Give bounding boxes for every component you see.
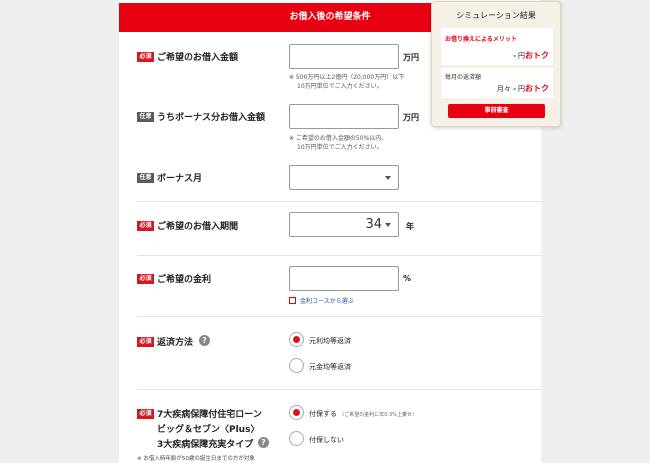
repayment-option-equal-principal[interactable] <box>289 358 304 373</box>
bonus-amount-note-line1: ※ ご希望のお借入金額の50%以内、 <box>289 135 388 142</box>
bonus-amount-label: うちボーナス分お借入金額 <box>157 113 266 123</box>
loan-amount-label: ご希望のお借入金額 <box>157 53 239 63</box>
insurance-option-yes-text: 付保する <box>309 410 337 418</box>
optional-badge: 任意 <box>137 112 154 122</box>
required-badge: 必須 <box>137 52 154 62</box>
required-badge: 必須 <box>137 337 154 347</box>
loan-term-select[interactable]: 34 <box>289 212 399 237</box>
help-icon[interactable]: ? <box>258 437 269 448</box>
optional-badge: 任意 <box>137 173 154 183</box>
chevron-down-icon <box>385 176 391 180</box>
interest-rate-label: ご希望の金利 <box>157 275 212 285</box>
insurance-option-yes[interactable] <box>289 405 304 420</box>
bonus-amount-note-line2: 10万円単位でご入力ください。 <box>297 144 383 151</box>
merit-value: - 円おトク <box>513 50 549 61</box>
monthly-prefix: 月々 <box>496 85 511 93</box>
monthly-payment-box: 毎月の返済額 月々 - 円おトク <box>441 68 553 98</box>
interest-rate-unit: % <box>403 274 412 283</box>
repayment-method-label: 返済方法 <box>157 338 194 348</box>
bonus-amount-note: ※ ご希望のお借入金額の50%以内、 10万円単位でご入力ください。 <box>289 134 387 152</box>
insurance-option-yes-label: 付保する （ご希望の金利に年0.3%上乗せ） <box>309 409 417 419</box>
bonus-month-label: ボーナス月 <box>157 174 203 184</box>
insurance-option-no-label: 付保しない <box>309 436 344 444</box>
divider <box>137 201 541 202</box>
divider <box>137 255 541 256</box>
divider <box>137 316 541 317</box>
external-link-icon <box>289 297 296 304</box>
required-badge: 必須 <box>137 274 154 284</box>
bonus-amount-unit: 万円 <box>403 113 419 122</box>
merit-otoku: おトク <box>525 51 549 60</box>
loan-amount-note: ※ 500万円以上2億円（20,000万円）以下 10万円単位でご入力ください。 <box>289 73 404 91</box>
insurance-option-note: （ご希望の金利に年0.3%上乗せ） <box>339 412 417 418</box>
merit-dash: - <box>513 52 516 60</box>
divider <box>137 389 541 390</box>
bonus-amount-input[interactable] <box>289 104 399 129</box>
monthly-payment-label: 毎月の返済額 <box>445 74 482 81</box>
insurance-label-line3: 3大疾病保障充実タイプ <box>157 440 254 450</box>
loan-amount-note-line2: 10万円単位でご入力ください。 <box>297 83 383 90</box>
monthly-otoku: おトク <box>525 84 549 93</box>
loan-term-unit: 年 <box>406 222 414 231</box>
required-badge: 必須 <box>137 221 154 231</box>
bonus-month-select[interactable] <box>289 165 399 190</box>
insurance-label-line1: 7大疾病保障付住宅ローン <box>157 410 262 420</box>
loan-amount-input[interactable] <box>289 44 399 69</box>
monthly-unit: 円 <box>518 85 525 93</box>
monthly-dash: - <box>513 85 516 93</box>
chevron-down-icon <box>385 223 391 227</box>
merit-unit: 円 <box>518 52 525 60</box>
repayment-option-label: 元利均等返済 <box>309 337 351 345</box>
loan-term-value: 34 <box>365 217 382 232</box>
repayment-option-label: 元金均等返済 <box>309 363 351 371</box>
help-icon[interactable]: ? <box>199 335 210 346</box>
pre-screening-button[interactable]: 事前審査 <box>448 104 545 118</box>
insurance-option-no[interactable] <box>289 431 304 446</box>
merit-label: お借り換えによるメリット <box>445 36 517 43</box>
rate-course-link-text: 金利コースから選ぶ <box>300 298 354 305</box>
merit-box: お借り換えによるメリット - 円おトク <box>441 28 553 65</box>
simulation-result-box: シミュレーション結果 お借り換えによるメリット - 円おトク 毎月の返済額 月々 … <box>431 1 561 127</box>
loan-amount-note-line1: ※ 500万円以上2億円（20,000万円）以下 <box>289 74 405 81</box>
insurance-footnote: ※ お借入時年齢が50歳の誕生日までの方が対象 <box>137 456 255 462</box>
monthly-payment-value: 月々 - 円おトク <box>497 83 549 94</box>
loan-term-label: ご希望のお借入期間 <box>157 222 239 232</box>
insurance-label-line2: ビッグ＆セブン〈Plus〉 <box>157 425 260 435</box>
required-badge: 必須 <box>137 409 154 419</box>
loan-amount-unit: 万円 <box>403 53 419 62</box>
interest-rate-input[interactable] <box>289 266 399 291</box>
repayment-option-equal-principal-interest[interactable] <box>289 332 304 347</box>
rate-course-link[interactable]: 金利コースから選ぶ <box>289 296 354 305</box>
simulation-title: シミュレーション結果 <box>456 11 536 20</box>
